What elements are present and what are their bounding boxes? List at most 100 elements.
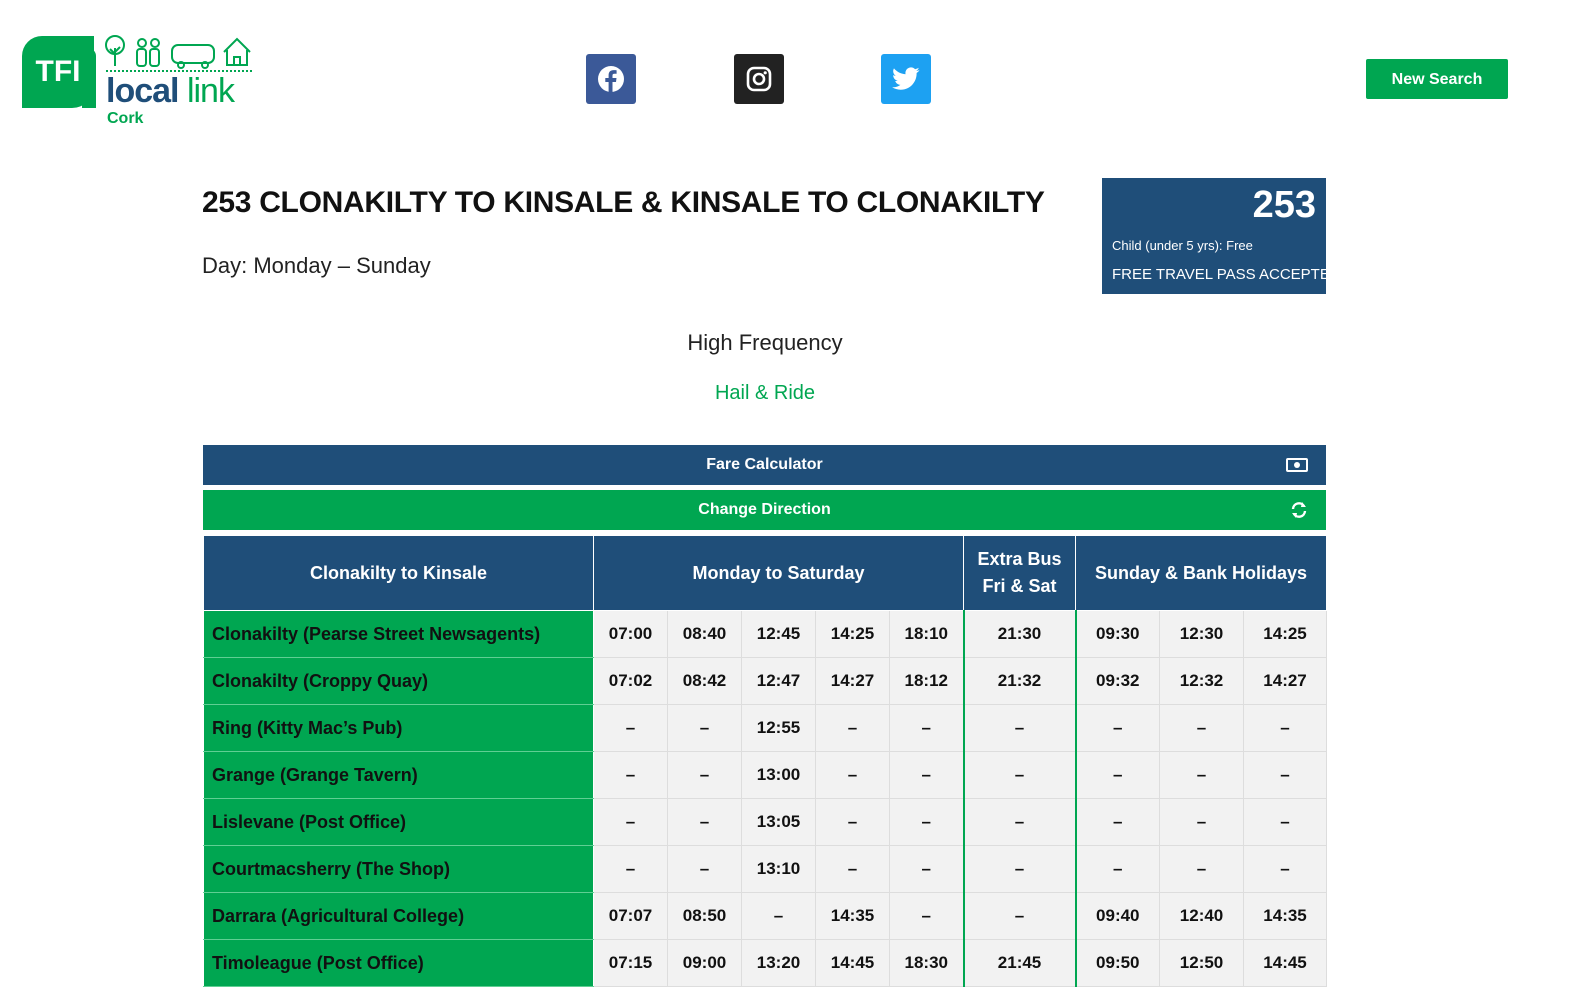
frequency-label: High Frequency bbox=[687, 330, 843, 355]
logo-word-link: link bbox=[186, 72, 235, 110]
sunday-header: Sunday & Bank Holidays bbox=[1075, 535, 1328, 611]
table-row: Lislevane (Post Office) – –13:05– – – – – – bbox=[203, 798, 1328, 846]
departure-time: 12:45 bbox=[741, 610, 816, 658]
departure-time: 08:42 bbox=[667, 657, 742, 705]
table-row: Clonakilty (Pearse Street Newsagents) 07:… bbox=[203, 610, 1328, 658]
departure-time: – bbox=[593, 845, 668, 893]
logo-wordmark: local link bbox=[106, 72, 235, 111]
departure-time: – bbox=[888, 798, 965, 846]
hail-and-ride-label: Hail & Ride bbox=[714, 382, 816, 404]
fare-calculator-label: Fare Calculator bbox=[706, 456, 823, 473]
departure-time: 14:35 bbox=[1243, 892, 1328, 940]
new-search-button[interactable]: New Search bbox=[1366, 59, 1508, 99]
instagram-link[interactable] bbox=[734, 54, 784, 104]
extra-bus-header-line1: Extra Bus bbox=[977, 549, 1062, 569]
money-bill-icon bbox=[1286, 445, 1308, 485]
stop-name: Ring (Kitty Mac’s Pub) bbox=[203, 704, 594, 752]
stop-name: Grange (Grange Tavern) bbox=[203, 751, 594, 799]
table-row: Grange (Grange Tavern) – –13:00– – – – – – bbox=[203, 751, 1328, 799]
departure-time: – bbox=[1243, 798, 1328, 846]
departure-time: – bbox=[667, 845, 742, 893]
departure-time: – bbox=[593, 751, 668, 799]
departure-time: – bbox=[962, 798, 1077, 846]
departure-time: – bbox=[1243, 751, 1328, 799]
departure-time: 07:07 bbox=[593, 892, 668, 940]
departure-time: – bbox=[1159, 751, 1245, 799]
logo-city: Cork bbox=[107, 110, 144, 127]
facebook-link[interactable] bbox=[586, 54, 636, 104]
timetable-body: Clonakilty (Pearse Street Newsagents) 07:… bbox=[203, 610, 1328, 987]
departure-time: 18:30 bbox=[888, 939, 965, 987]
table-row: Ring (Kitty Mac’s Pub) – –12:55– – – – – – bbox=[203, 704, 1328, 752]
direction-header: Clonakilty to Kinsale bbox=[203, 535, 594, 611]
departure-time: – bbox=[667, 798, 742, 846]
departure-time: – bbox=[1159, 704, 1245, 752]
departure-time: 13:20 bbox=[741, 939, 816, 987]
departure-time: 07:15 bbox=[593, 939, 668, 987]
departure-time: 12:40 bbox=[1159, 892, 1245, 940]
table-row: Courtmacsherry (The Shop) – –13:10– – – – – – bbox=[203, 845, 1328, 893]
departure-time: – bbox=[667, 704, 742, 752]
departure-time: – bbox=[667, 751, 742, 799]
departure-time: – bbox=[593, 798, 668, 846]
departure-time: 08:50 bbox=[667, 892, 742, 940]
change-direction-button[interactable]: Change Direction bbox=[203, 490, 1326, 530]
change-direction-label: Change Direction bbox=[698, 501, 831, 518]
departure-time: – bbox=[962, 892, 1077, 940]
departure-time: 09:50 bbox=[1074, 939, 1161, 987]
departure-time: – bbox=[962, 751, 1077, 799]
operating-days: Day: Monday – Sunday bbox=[202, 253, 431, 278]
departure-time: 12:30 bbox=[1159, 610, 1245, 658]
fare-calculator-button[interactable]: Fare Calculator bbox=[203, 445, 1326, 485]
departure-time: – bbox=[888, 704, 965, 752]
departure-time: 12:50 bbox=[1159, 939, 1245, 987]
departure-time: 14:25 bbox=[1243, 610, 1328, 658]
departure-time: 09:00 bbox=[667, 939, 742, 987]
departure-time: – bbox=[815, 704, 890, 752]
route-number: 253 bbox=[1252, 184, 1316, 226]
departure-time: 21:45 bbox=[962, 939, 1077, 987]
timetable: Clonakilty to Kinsale Monday to Saturday… bbox=[203, 535, 1328, 987]
table-row: Timoleague (Post Office) 07:15 09:00 13:20 1… bbox=[203, 939, 1328, 987]
tfi-local-link-logo[interactable]: TFI local link Cork bbox=[22, 34, 262, 130]
departure-time: 13:05 bbox=[741, 798, 816, 846]
departure-time: – bbox=[1159, 845, 1245, 893]
departure-time: – bbox=[1074, 798, 1161, 846]
departure-time: 09:32 bbox=[1074, 657, 1161, 705]
departure-time: 14:27 bbox=[815, 657, 890, 705]
departure-time: 18:10 bbox=[888, 610, 965, 658]
stop-name: Lislevane (Post Office) bbox=[203, 798, 594, 846]
extra-bus-header-line2: Fri & Sat bbox=[982, 576, 1057, 596]
departure-time: 13:00 bbox=[741, 751, 816, 799]
table-row: Clonakilty (Croppy Quay) 07:02 08:42 12:47 1… bbox=[203, 657, 1328, 705]
instagram-icon bbox=[746, 66, 772, 92]
departure-time: – bbox=[1074, 704, 1161, 752]
departure-time: 14:27 bbox=[1243, 657, 1328, 705]
twitter-icon bbox=[892, 67, 920, 90]
route-info-box: 253 Child (under 5 yrs): Free FREE TRAVE… bbox=[1102, 178, 1341, 294]
logo-word-local: local bbox=[106, 72, 179, 110]
departure-time: 14:45 bbox=[815, 939, 890, 987]
departure-time: 07:02 bbox=[593, 657, 668, 705]
child-fare: Child (under 5 yrs): Free bbox=[1112, 238, 1253, 253]
stop-name: Clonakilty (Croppy Quay) bbox=[203, 657, 594, 705]
stop-name: Darrara (Agricultural College) bbox=[203, 892, 594, 940]
stop-name: Courtmacsherry (The Shop) bbox=[203, 845, 594, 893]
stop-name: Timoleague (Post Office) bbox=[203, 939, 594, 987]
departure-time: 12:32 bbox=[1159, 657, 1245, 705]
departure-time: – bbox=[1243, 704, 1328, 752]
table-row: Darrara (Agricultural College) 07:07 08:50… bbox=[203, 892, 1328, 940]
logo-pictograms-icon bbox=[105, 35, 251, 69]
departure-time: 07:00 bbox=[593, 610, 668, 658]
departure-time: – bbox=[962, 704, 1077, 752]
departure-time: 09:30 bbox=[1074, 610, 1161, 658]
departure-time: – bbox=[741, 892, 816, 940]
departure-time: – bbox=[1243, 845, 1328, 893]
mon-sat-header: Monday to Saturday bbox=[592, 535, 965, 611]
departure-time: – bbox=[1159, 798, 1245, 846]
departure-time: 21:30 bbox=[962, 610, 1077, 658]
departure-time: 09:40 bbox=[1074, 892, 1161, 940]
stop-name: Clonakilty (Pearse Street Newsagents) bbox=[203, 610, 594, 658]
twitter-link[interactable] bbox=[881, 54, 931, 104]
extra-bus-header: Extra Bus Fri & Sat bbox=[963, 535, 1077, 611]
